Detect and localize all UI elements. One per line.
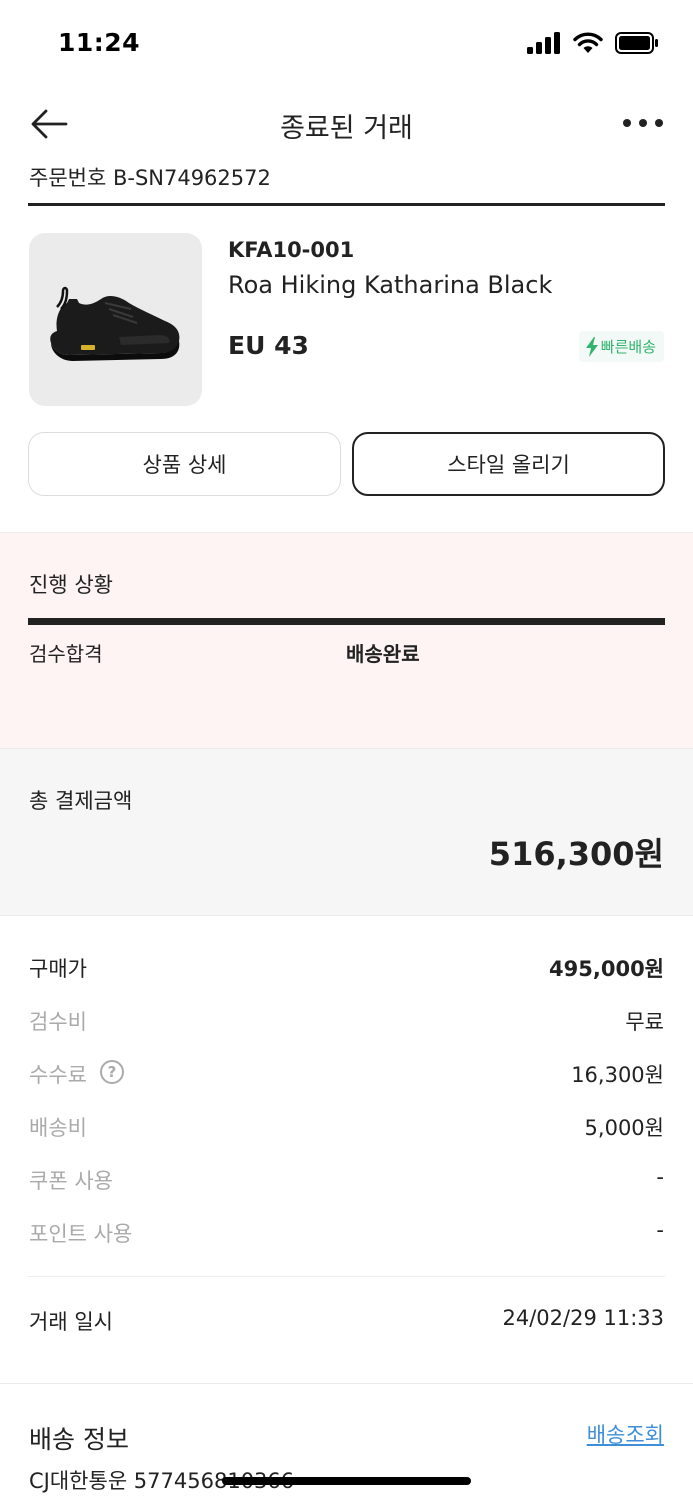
status-icons	[527, 32, 659, 54]
order-divider	[28, 203, 665, 206]
status-time: 11:24	[58, 28, 141, 57]
fast-delivery-label: 빠른배송	[600, 338, 656, 356]
track-delivery-link[interactable]: 배송조회	[587, 1419, 664, 1449]
more-dot-icon	[623, 119, 631, 127]
purchase-price-label: 구매가	[29, 957, 87, 981]
delivery-info-title: 배송 정보	[29, 1425, 129, 1454]
section-divider	[0, 1383, 693, 1384]
signal-icon	[527, 32, 560, 54]
nav-bar: 종료된 거래	[0, 88, 693, 158]
page-title: 종료된 거래	[280, 113, 413, 144]
more-options-button[interactable]	[623, 110, 663, 136]
product-detail-button[interactable]: 상품 상세	[28, 432, 341, 496]
more-dot-icon	[655, 119, 663, 127]
transaction-date-label: 거래 일시	[29, 1310, 113, 1334]
shipping-fee-value: 5,000원	[584, 1116, 664, 1140]
purchase-price-value: 495,000원	[549, 957, 664, 981]
transaction-date-value: 24/02/29 11:33	[502, 1306, 664, 1330]
product-size: EU 43	[228, 331, 309, 360]
commission-value: 16,300원	[571, 1063, 664, 1087]
total-payment-section: 총 결제금액 516,300원	[0, 749, 693, 915]
total-payment-label: 총 결제금액	[29, 789, 133, 813]
points-value: -	[656, 1218, 664, 1242]
inspection-fee-value: 무료	[625, 1010, 664, 1034]
total-payment-value: 516,300원	[488, 835, 664, 873]
progress-title: 진행 상황	[29, 573, 113, 597]
progress-section: 진행 상황 검수합격 배송완료	[0, 533, 693, 748]
coupon-label: 쿠폰 사용	[29, 1169, 113, 1193]
inspection-fee-label: 검수비	[29, 1010, 87, 1034]
points-label: 포인트 사용	[29, 1222, 133, 1246]
status-bar: 11:24	[0, 0, 693, 88]
progress-step-delivered: 배송완료	[346, 642, 420, 666]
section-divider	[0, 915, 693, 916]
progress-step-inspection: 검수합격	[29, 642, 103, 666]
coupon-value: -	[656, 1165, 664, 1189]
lightning-icon	[585, 336, 598, 357]
product-name: Roa Hiking Katharina Black	[228, 271, 553, 299]
help-icon[interactable]: ?	[100, 1060, 124, 1084]
product-code: KFA10-001	[228, 238, 355, 262]
more-dot-icon	[639, 119, 647, 127]
home-indicator[interactable]	[222, 1477, 471, 1485]
shipping-fee-label: 배송비	[29, 1116, 87, 1140]
commission-label: 수수료	[29, 1063, 87, 1087]
upload-style-button[interactable]: 스타일 올리기	[352, 432, 665, 496]
product-image[interactable]	[29, 233, 202, 406]
row-divider	[28, 1276, 665, 1277]
wifi-icon	[573, 32, 603, 53]
battery-icon	[615, 32, 658, 54]
order-number: 주문번호 B-SN74962572	[29, 166, 271, 190]
hiking-shoe-icon	[50, 286, 180, 361]
progress-bar	[28, 618, 665, 625]
fast-delivery-badge: 빠른배송	[578, 331, 664, 362]
